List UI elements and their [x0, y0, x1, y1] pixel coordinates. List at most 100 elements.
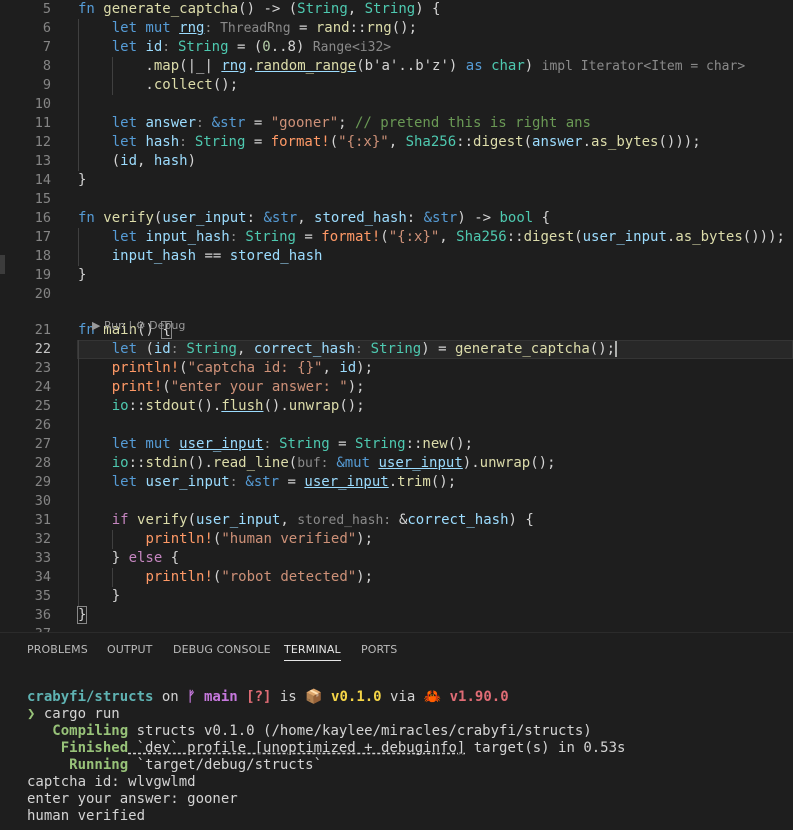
terminal-segment: ᚠ main	[187, 689, 238, 705]
code-line[interactable]: 19}	[0, 266, 793, 285]
code-token: stored_hash	[229, 248, 323, 264]
codelens-separator: |	[125, 319, 136, 332]
code-line[interactable]: 13 (id, hash)	[0, 152, 793, 171]
tab-output[interactable]: OUTPUT	[107, 643, 152, 660]
code-token: Sha256	[405, 134, 457, 150]
code-token: rng	[179, 20, 205, 36]
code-line[interactable]: 8 .map(|_| rng.random_range(b'a'..b'z') …	[0, 57, 793, 76]
terminal-line: human verified	[27, 808, 787, 825]
code-line[interactable]: 30	[0, 492, 793, 511]
code-line[interactable]: 28 io::stdin().read_line(buf: &mut user_…	[0, 454, 793, 473]
code-token: let	[111, 229, 146, 245]
tab-terminal[interactable]: TERMINAL	[284, 643, 341, 661]
code-token: verify	[137, 512, 188, 528]
code-line[interactable]: 24 print!("enter your answer: ");	[0, 378, 793, 397]
code-token: )	[524, 58, 542, 74]
code-line[interactable]: 33 } else {	[0, 549, 793, 568]
code-token: ().	[187, 455, 213, 471]
code-token: stored_hash:	[297, 513, 399, 528]
codelens: ▶ Run | ⚙ Debug	[78, 306, 185, 345]
tab-debug-console[interactable]: DEBUG CONSOLE	[173, 643, 271, 660]
line-number: 7	[42, 39, 51, 55]
code-line[interactable]: 32 println!("human verified");	[0, 530, 793, 549]
code-line[interactable]: 15	[0, 190, 793, 209]
code-line[interactable]: 37	[0, 625, 793, 632]
code-token: ()));	[742, 229, 785, 245]
code-line[interactable]: 11 let answer: &str = "gooner"; // prete…	[0, 114, 793, 133]
line-code: if verify(user_input, stored_hash: &corr…	[78, 511, 534, 530]
code-token: let mut	[111, 436, 180, 452]
code-token: hash	[153, 153, 188, 169]
code-line[interactable]: 29 let user_input: &str = user_input.tri…	[0, 473, 793, 492]
line-number: 37	[0, 625, 51, 632]
code-line[interactable]: 31 if verify(user_input, stored_hash: &c…	[0, 511, 793, 530]
code-token: : ThreadRng	[204, 21, 291, 36]
code-token: rng	[221, 58, 247, 74]
code-token: 0	[262, 39, 271, 55]
code-line[interactable]: 20	[0, 285, 793, 304]
code-token: ();	[589, 341, 618, 357]
code-token: ::	[128, 455, 146, 471]
line-number: 29	[34, 474, 51, 490]
code-line[interactable]: 23 println!("captcha id: {}", id);	[0, 359, 793, 378]
code-line[interactable]: 35 }	[0, 587, 793, 606]
code-token: random_range	[255, 58, 357, 74]
code-token: ) {	[415, 1, 441, 17]
code-token: ();	[447, 436, 474, 452]
line-code: println!("human verified");	[78, 530, 373, 549]
code-line[interactable]: 7 let id: String = (0..8) Range<i32>	[0, 38, 793, 57]
code-line[interactable]: 12 let hash: String = format!("{:x}", Sh…	[0, 133, 793, 152]
terminal-segment: captcha id: wlvgwlmd	[27, 774, 196, 790]
code-editor[interactable]: 5 fn generate_captcha() -> (String, Strin…	[0, 0, 793, 632]
code-token: digest	[473, 134, 524, 150]
code-line[interactable]: 25 io::stdout().flush().unwrap();	[0, 397, 793, 416]
code-token: );	[356, 360, 374, 376]
code-token: }	[78, 172, 87, 188]
code-token: =	[290, 20, 316, 36]
code-line[interactable]: 14}	[0, 171, 793, 190]
line-number: 18	[34, 248, 51, 264]
code-token: );	[356, 531, 374, 547]
code-line[interactable]: 6 let mut rng: ThreadRng = rand::rng();	[0, 19, 793, 38]
code-token: (	[187, 512, 197, 528]
code-token: else	[128, 550, 163, 566]
code-token: "{:x}"	[338, 134, 389, 150]
code-token: :	[179, 135, 195, 150]
line-number: 28	[34, 455, 51, 471]
code-token: as	[465, 58, 492, 74]
code-line[interactable]: 26	[0, 416, 793, 435]
codelens-run[interactable]: ▶ Run	[92, 319, 125, 332]
terminal-segment: [?]	[246, 689, 272, 705]
terminal-segment	[238, 689, 246, 705]
code-line[interactable]: 34 println!("robot detected");	[0, 568, 793, 587]
code-line[interactable]: 36}	[0, 606, 793, 625]
code-line[interactable]: 16 fn verify(user_input: &str, stored_has…	[0, 209, 793, 228]
code-token: ().	[196, 398, 222, 414]
code-token: correct_hash	[407, 512, 509, 528]
line-number: 12	[34, 134, 51, 150]
code-token: answer	[145, 115, 197, 131]
line-code: let hash: String = format!("{:x}", Sha25…	[78, 133, 701, 152]
tab-problems[interactable]: PROBLEMS	[27, 643, 88, 660]
code-token: =	[245, 134, 271, 150]
code-token: println!	[145, 569, 213, 585]
tab-ports[interactable]: PORTS	[361, 643, 397, 660]
terminal-segment: `dev` profile [unoptimized + debuginfo]	[128, 740, 466, 756]
code-token: {	[162, 550, 180, 566]
codelens-debug[interactable]: ⚙ Debug	[136, 319, 186, 332]
code-line[interactable]: 17 let input_hash: String = format!("{:x…	[0, 228, 793, 247]
code-line[interactable]: 5 fn generate_captcha() -> (String, Strin…	[0, 0, 793, 19]
code-line[interactable]: 9 .collect();	[0, 76, 793, 95]
code-token: stdout	[145, 398, 197, 414]
code-token: ();	[391, 20, 418, 36]
code-line[interactable]: 27 let mut user_input: String = String::…	[0, 435, 793, 454]
code-token: rand	[315, 20, 350, 36]
code-token: verify	[103, 210, 154, 226]
terminal-output[interactable]: crabyfi/structs on ᚠ main [?] is 📦 v0.1.…	[27, 689, 787, 825]
code-token: // pretend this is right ans	[354, 115, 591, 131]
code-line[interactable]: 18 input_hash == stored_hash	[0, 247, 793, 266]
code-token: correct_hash	[253, 341, 355, 357]
line-code: .map(|_| rng.random_range(b'a'..b'z') as…	[78, 57, 745, 76]
panel-tabs: PROBLEMS OUTPUT DEBUG CONSOLE TERMINAL P…	[0, 633, 793, 667]
code-line[interactable]: 10	[0, 95, 793, 114]
